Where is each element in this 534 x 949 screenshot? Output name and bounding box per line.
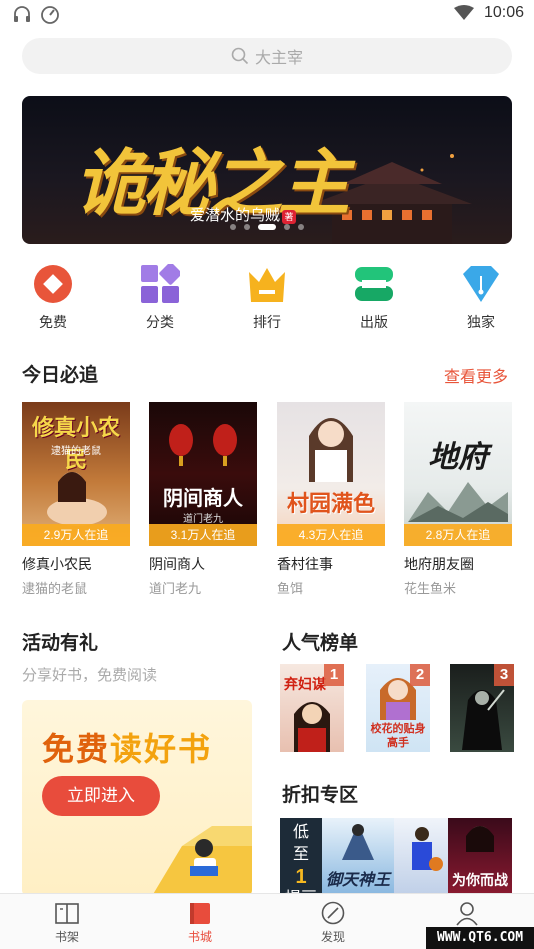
profile-icon bbox=[456, 902, 478, 926]
carousel-dot bbox=[298, 224, 304, 230]
carousel-dot-active bbox=[258, 224, 276, 230]
ranking-cover[interactable]: 3 bbox=[450, 664, 514, 752]
activity-subtitle: 分享好书，免费阅读 bbox=[22, 667, 158, 684]
rank-number: 1 bbox=[324, 664, 344, 686]
nav-category[interactable]: 分类 bbox=[120, 264, 200, 332]
section-title-ranking: 人气榜单 bbox=[282, 633, 359, 654]
discount-cover bbox=[394, 818, 448, 894]
discover-icon bbox=[321, 901, 345, 925]
search-placeholder: 大主宰 bbox=[254, 50, 303, 67]
discount-banner[interactable]: 低 至 1 提豆 御天神王 为你而战 bbox=[280, 818, 512, 894]
search-bar[interactable]: 大主宰 bbox=[22, 38, 512, 74]
activity-card[interactable]: 免费读好书 立即进入 bbox=[22, 700, 252, 896]
cover-figure bbox=[466, 826, 494, 852]
book-card[interactable]: 村园满色 4.3万人在追 香村往事 鱼饵 bbox=[277, 402, 385, 597]
status-bar: 10:06 bbox=[0, 0, 534, 30]
book-card[interactable]: 修真小农民 逮猫的老鼠 2.9万人在追 修真小农民 逮猫的老鼠 bbox=[22, 402, 130, 597]
reading-person-illustration bbox=[152, 826, 252, 896]
crown-icon bbox=[249, 268, 285, 302]
carousel-dot bbox=[244, 224, 250, 230]
watermark: WWW.QT6.COM bbox=[426, 927, 534, 949]
book-name: 地府朋友圈 bbox=[404, 556, 474, 572]
cover-figure bbox=[309, 418, 353, 482]
cover-figure bbox=[412, 827, 443, 871]
activity-card-heading: 免费读好书 bbox=[42, 731, 213, 767]
bookstore-icon bbox=[190, 903, 210, 924]
view-more-link[interactable]: 查看更多 bbox=[444, 363, 508, 387]
book-cover: 村园满色 4.3万人在追 bbox=[277, 402, 385, 546]
book-author: 花生鱼米 bbox=[404, 581, 457, 596]
ranking-cover[interactable]: 弃妇谋 1 bbox=[280, 664, 344, 752]
cover-figure bbox=[462, 689, 505, 750]
discount-cover: 御天神王 bbox=[322, 818, 394, 894]
search-icon bbox=[231, 47, 249, 65]
section-title-activity: 活动有礼 bbox=[22, 633, 99, 654]
ranking-cover[interactable]: 校花的贴身高手 2 bbox=[366, 664, 430, 752]
exclusive-icon bbox=[463, 266, 499, 302]
wifi-icon bbox=[453, 5, 474, 20]
carousel-indicator bbox=[22, 224, 512, 230]
quick-nav: 免费 分类 排行 出版 独家 bbox=[0, 264, 534, 334]
nav-free[interactable]: 免费 bbox=[13, 264, 93, 332]
tab-bookshelf[interactable]: 书架 bbox=[27, 900, 107, 945]
nav-publish[interactable]: 出版 bbox=[334, 264, 414, 332]
carousel-dot bbox=[230, 224, 236, 230]
cover-figure bbox=[342, 824, 374, 860]
book-name: 修真小农民 bbox=[22, 556, 92, 572]
ranking-list: 弃妇谋 1 校花的贴身高手 2 3 bbox=[280, 664, 514, 754]
section-title-discount: 折扣专区 bbox=[282, 785, 359, 806]
book-author: 鱼饵 bbox=[277, 581, 304, 596]
publish-icon bbox=[355, 267, 393, 301]
cover-figure bbox=[47, 472, 107, 526]
tab-discover[interactable]: 发现 bbox=[293, 900, 373, 945]
nav-exclusive[interactable]: 独家 bbox=[441, 264, 521, 332]
tab-bookstore[interactable]: 书城 bbox=[160, 900, 240, 945]
book-cover: 修真小农民 逮猫的老鼠 2.9万人在追 bbox=[22, 402, 130, 546]
book-author: 逮猫的老鼠 bbox=[22, 581, 88, 596]
book-cover: 地府 2.8万人在追 bbox=[404, 402, 512, 546]
rank-number: 2 bbox=[410, 664, 430, 686]
book-name: 香村往事 bbox=[277, 556, 333, 572]
bookshelf-icon bbox=[55, 903, 79, 924]
book-cover: 阴间商人 道门老九 3.1万人在追 bbox=[149, 402, 257, 546]
book-author: 道门老九 bbox=[149, 581, 202, 596]
nav-ranking[interactable]: 排行 bbox=[227, 264, 307, 332]
headset-icon bbox=[14, 6, 30, 22]
speedometer-icon bbox=[41, 6, 59, 24]
book-card[interactable]: 地府 2.8万人在追 地府朋友圈 花生鱼米 bbox=[404, 402, 512, 597]
book-card[interactable]: 阴间商人 道门老九 3.1万人在追 阴间商人 道门老九 bbox=[149, 402, 257, 597]
banner-author: 爱潜水的乌贼著 bbox=[190, 204, 297, 225]
clock: 10:06 bbox=[483, 4, 524, 21]
lantern-illustration bbox=[169, 424, 237, 466]
category-icon bbox=[141, 264, 180, 303]
section-title-today: 今日必追 bbox=[22, 365, 99, 386]
discount-label: 低 至 1 提豆 bbox=[280, 818, 322, 894]
cover-figure bbox=[294, 702, 330, 752]
rank-number: 3 bbox=[494, 664, 514, 686]
discount-cover: 为你而战 bbox=[448, 818, 512, 894]
free-icon bbox=[34, 265, 72, 303]
book-list: 修真小农民 逮猫的老鼠 2.9万人在追 修真小农民 逮猫的老鼠 阴间商人 道门老… bbox=[22, 402, 512, 602]
book-name: 阴间商人 bbox=[149, 556, 205, 572]
carousel-dot bbox=[284, 224, 290, 230]
banner-carousel[interactable]: 诡秘之主 爱潜水的乌贼著 bbox=[22, 96, 512, 244]
